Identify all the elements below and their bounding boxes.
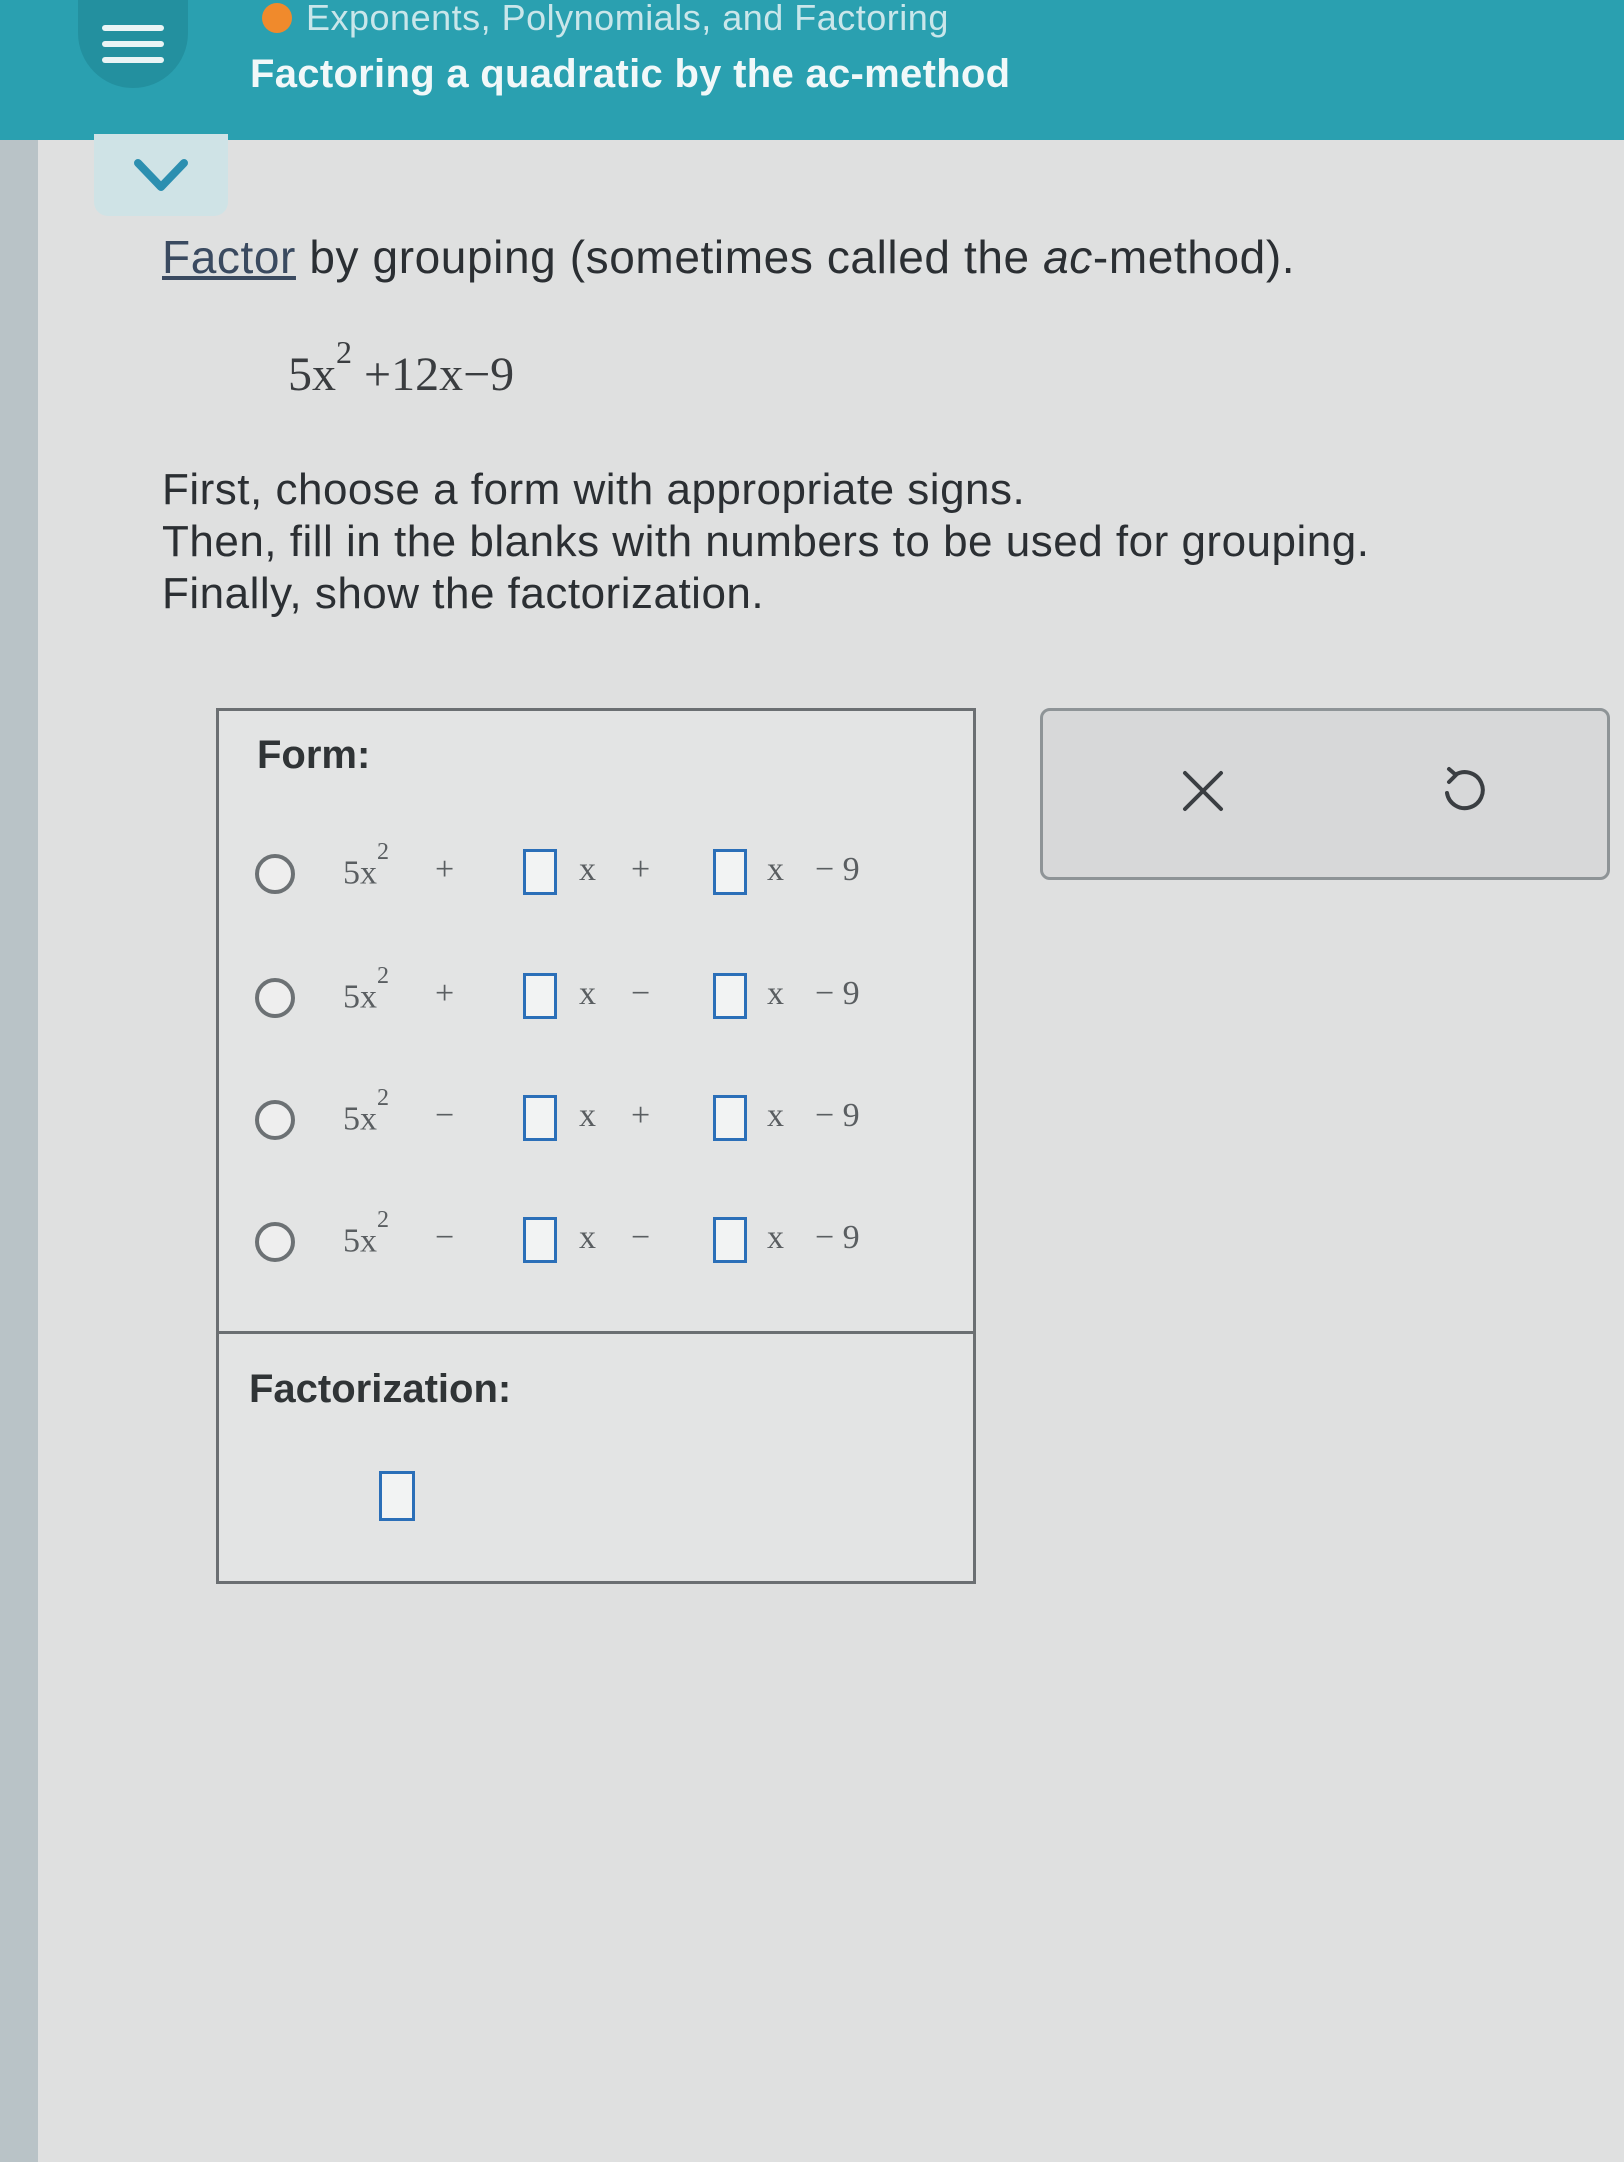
option-2-var-2: x (767, 975, 784, 1012)
lesson-title: Factoring a quadratic by the ac-method (250, 52, 1011, 96)
expr-exponent: 2 (336, 334, 352, 370)
option-2-sign-2: − (631, 975, 651, 1012)
option-4-tail: − 9 (815, 1219, 860, 1256)
option-4-var-1: x (579, 1219, 596, 1256)
radio-option-3[interactable] (255, 1100, 295, 1140)
option-4-sign-1: − (435, 1219, 455, 1256)
option-1-sign-2: + (631, 851, 651, 888)
option-3-var-1: x (579, 1097, 596, 1134)
option-1-sign-1: + (435, 851, 455, 888)
option-3-blank-1[interactable] (523, 1095, 557, 1141)
option-4-blank-1[interactable] (523, 1217, 557, 1263)
step-3: Finally, show the factorization. (162, 569, 765, 618)
close-icon (1183, 771, 1223, 811)
topic-title: Exponents, Polynomials, and Factoring (306, 0, 949, 38)
form-option-4[interactable]: 5x2 − x − x − 9 (255, 1207, 955, 1277)
option-4-blank-2[interactable] (713, 1217, 747, 1263)
clear-button[interactable] (1163, 751, 1243, 831)
topic-row: Exponents, Polynomials, and Factoring (262, 0, 949, 38)
option-4-var-2: x (767, 1219, 784, 1256)
prompt-ac: ac (1043, 231, 1093, 283)
quadratic-expression: 5x2 +12x−9 (288, 334, 515, 402)
option-1-var-1: x (579, 851, 596, 888)
expr-coef: 5x (288, 348, 336, 401)
option-2-lead: 5x2 (343, 963, 389, 1016)
option-3-sign-1: − (435, 1097, 455, 1134)
question-prompt: Factor by grouping (sometimes called the… (162, 230, 1295, 284)
form-option-3[interactable]: 5x2 − x + x − 9 (255, 1085, 955, 1155)
factorization-input[interactable] (379, 1471, 415, 1521)
radio-option-1[interactable] (255, 854, 295, 894)
option-1-var-2: x (767, 851, 784, 888)
option-2-blank-1[interactable] (523, 973, 557, 1019)
option-1-tail: − 9 (815, 851, 860, 888)
step-2: Then, fill in the blanks with numbers to… (162, 517, 1370, 566)
top-header: Exponents, Polynomials, and Factoring Fa… (0, 0, 1624, 140)
option-2-tail: − 9 (815, 975, 860, 1012)
option-1-blank-1[interactable] (523, 849, 557, 895)
answer-panel: Form: 5x2 + x + x − 9 5x2 + x − x − 9 5x… (216, 708, 976, 1584)
form-label: Form: (257, 733, 371, 777)
option-4-sign-2: − (631, 1219, 651, 1256)
topic-status-dot (262, 3, 292, 33)
factor-link[interactable]: Factor (162, 231, 296, 283)
option-1-lead: 5x2 (343, 839, 389, 892)
left-edge (0, 0, 38, 2162)
option-1-blank-2[interactable] (713, 849, 747, 895)
factorization-label: Factorization: (249, 1367, 512, 1411)
prompt-text-1: by grouping (sometimes called the (295, 231, 1044, 283)
section-divider (219, 1331, 973, 1334)
option-3-tail: − 9 (815, 1097, 860, 1134)
instructions: First, choose a form with appropriate si… (162, 464, 1369, 620)
option-3-sign-2: + (631, 1097, 651, 1134)
expr-rest: +12x−9 (352, 348, 515, 401)
option-2-blank-2[interactable] (713, 973, 747, 1019)
undo-button[interactable] (1423, 751, 1503, 831)
radio-option-4[interactable] (255, 1222, 295, 1262)
option-2-var-1: x (579, 975, 596, 1012)
option-3-blank-2[interactable] (713, 1095, 747, 1141)
hamburger-icon[interactable] (78, 0, 188, 88)
form-option-1[interactable]: 5x2 + x + x − 9 (255, 839, 955, 909)
collapse-toggle[interactable] (94, 134, 228, 216)
step-1: First, choose a form with appropriate si… (162, 465, 1026, 514)
option-3-lead: 5x2 (343, 1085, 389, 1138)
option-3-var-2: x (767, 1097, 784, 1134)
radio-option-2[interactable] (255, 978, 295, 1018)
form-section: Form: 5x2 + x + x − 9 5x2 + x − x − 9 5x… (219, 711, 973, 1333)
prompt-text-2: -method). (1092, 231, 1296, 283)
option-4-lead: 5x2 (343, 1207, 389, 1260)
action-panel (1040, 708, 1610, 880)
chevron-down-icon (134, 159, 188, 191)
option-2-sign-1: + (435, 975, 455, 1012)
undo-icon (1445, 767, 1485, 811)
form-option-2[interactable]: 5x2 + x − x − 9 (255, 963, 955, 1033)
